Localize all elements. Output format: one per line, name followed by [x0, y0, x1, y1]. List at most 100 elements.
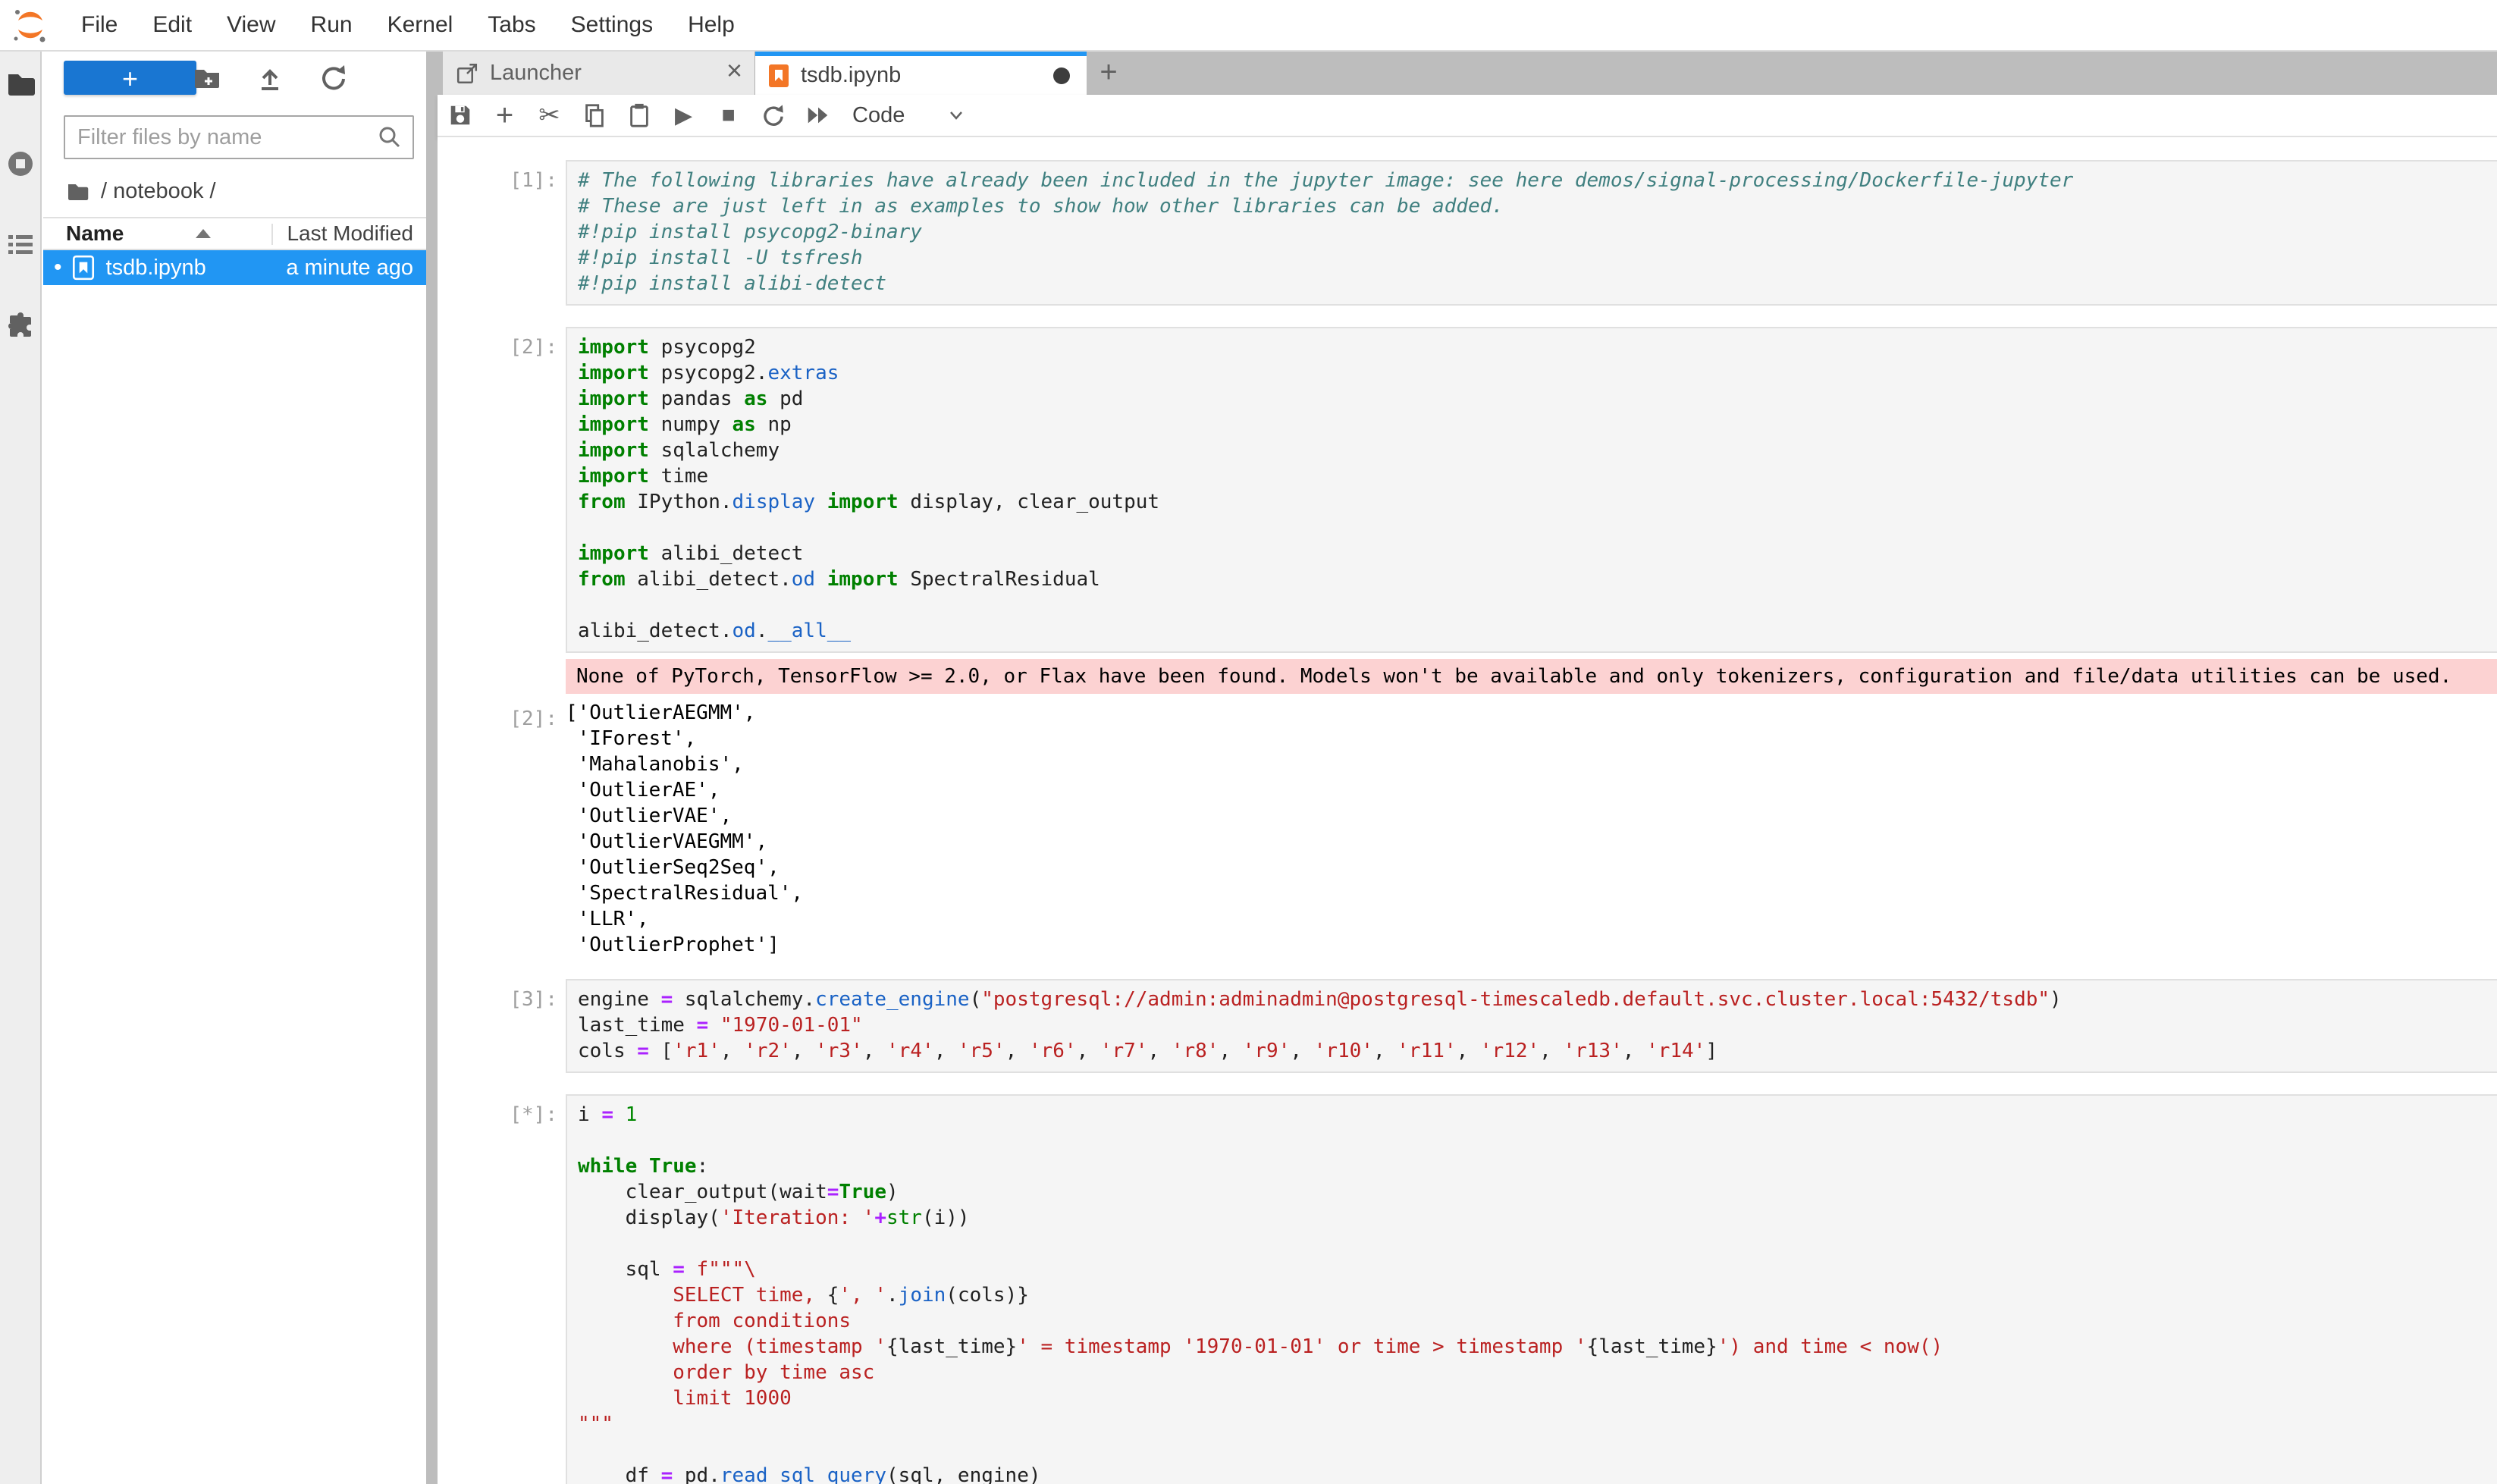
code-line: clear_output(wait=True): [578, 1179, 2497, 1205]
code-line: [578, 1128, 2497, 1153]
table-of-contents-icon[interactable]: [5, 229, 36, 259]
code-line: #!pip install -U tsfresh: [578, 245, 2497, 271]
folder-icon: [66, 180, 89, 202]
running-sessions-icon[interactable]: [5, 149, 36, 179]
activity-bar: [0, 52, 42, 1484]
run-cell-button[interactable]: ▶: [661, 98, 706, 133]
cell-output-prompt: [438, 659, 566, 694]
menu-item-file[interactable]: File: [64, 0, 135, 50]
code-line: import numpy as np: [578, 412, 2497, 438]
notebook-cell[interactable]: [1]:# The following libraries have alrea…: [438, 160, 2497, 306]
copy-cells-button[interactable]: [572, 98, 616, 133]
file-modified-time: a minute ago: [286, 256, 413, 281]
cell-type-dropdown[interactable]: Code: [852, 103, 964, 128]
column-divider: [271, 224, 273, 245]
code-line: order by time asc: [578, 1360, 2497, 1385]
filter-files-input[interactable]: [65, 124, 376, 151]
cell-list: [1]:# The following libraries have alrea…: [438, 160, 2497, 1484]
sort-ascending-icon: [196, 229, 211, 238]
sidebar-splitter[interactable]: [426, 52, 438, 1484]
refresh-icon[interactable]: [318, 62, 349, 93]
execute-result: ['OutlierAEGMM', 'IForest', 'Mahalanobis…: [566, 698, 803, 958]
menu-item-settings[interactable]: Settings: [554, 0, 670, 50]
column-header-name[interactable]: Name: [66, 221, 124, 246]
menu-item-kernel[interactable]: Kernel: [370, 0, 471, 50]
code-line: import time: [578, 463, 2497, 489]
menu-item-tabs[interactable]: Tabs: [470, 0, 553, 50]
breadcrumb-path: / notebook /: [101, 179, 216, 204]
menubar: FileEditViewRunKernelTabsSettingsHelp: [0, 0, 2497, 52]
notebook-cell[interactable]: [2]:import psycopg2import psycopg2.extra…: [438, 327, 2497, 958]
plus-icon: +: [1099, 55, 1117, 89]
cell-editor[interactable]: engine = sqlalchemy.create_engine("postg…: [566, 979, 2497, 1073]
chevron-down-icon: [949, 110, 964, 121]
extension-manager-icon[interactable]: [5, 309, 36, 340]
new-tab-button[interactable]: +: [1087, 52, 1131, 95]
paste-cells-button[interactable]: [616, 98, 661, 133]
cut-icon: ✂: [538, 100, 560, 130]
new-launcher-button[interactable]: +: [64, 61, 196, 95]
cell-editor[interactable]: # The following libraries have already b…: [566, 160, 2497, 306]
cell-input-prompt: [3]:: [438, 979, 566, 1073]
tab-label: Launcher: [490, 61, 582, 86]
run-icon: ▶: [675, 102, 692, 129]
save-button[interactable]: [438, 98, 482, 133]
stop-kernel-button[interactable]: ■: [706, 98, 751, 133]
menu-item-edit[interactable]: Edit: [135, 0, 209, 50]
breadcrumb[interactable]: / notebook /: [66, 176, 216, 206]
restart-kernel-button[interactable]: [751, 98, 795, 133]
code-line: import pandas as pd: [578, 386, 2497, 412]
column-header-modified[interactable]: Last Modified: [287, 221, 413, 246]
restart-run-all-button[interactable]: [795, 98, 840, 133]
code-line: from IPython.display import display, cle…: [578, 489, 2497, 515]
code-line: #!pip install psycopg2-binary: [578, 219, 2497, 245]
close-icon[interactable]: ×: [726, 55, 742, 86]
code-line: from conditions: [578, 1308, 2497, 1334]
main-dock-panel: Launcher × tsdb.ipynb + + ✂: [438, 52, 2497, 1484]
upload-icon[interactable]: [255, 62, 285, 93]
file-browser-icon[interactable]: [5, 68, 36, 99]
cut-cells-button[interactable]: ✂: [527, 98, 572, 133]
restart-icon: [761, 102, 786, 128]
code-line: """: [578, 1411, 2497, 1437]
cell-editor[interactable]: import psycopg2import psycopg2.extrasimp…: [566, 327, 2497, 653]
cell-output-prompt: [2]:: [438, 698, 566, 958]
new-folder-icon[interactable]: [192, 62, 222, 93]
code-line: sql = f"""\: [578, 1257, 2497, 1282]
menu-item-help[interactable]: Help: [670, 0, 752, 50]
cell-input-prompt: [*]:: [438, 1094, 566, 1484]
tab-launcher[interactable]: Launcher ×: [443, 52, 755, 95]
notebook-cell[interactable]: [3]:engine = sqlalchemy.create_engine("p…: [438, 979, 2497, 1073]
code-line: import psycopg2.extras: [578, 360, 2497, 386]
search-icon: [376, 124, 403, 151]
unsaved-changes-icon[interactable]: [1053, 67, 1070, 84]
code-line: SELECT time, {', '.join(cols)}: [578, 1282, 2497, 1308]
tab-notebook-active[interactable]: tsdb.ipynb: [755, 52, 1087, 95]
file-list-item-selected[interactable]: • tsdb.ipynb a minute ago: [43, 250, 426, 285]
tab-label: tsdb.ipynb: [801, 63, 901, 88]
menu-item-run[interactable]: Run: [293, 0, 370, 50]
notebook-cell[interactable]: [*]:i = 1 while True: clear_output(wait=…: [438, 1094, 2497, 1484]
menu-item-view[interactable]: View: [209, 0, 293, 50]
jupyterlab-window: { "menubar": { "items": ["File", "Edit",…: [0, 0, 2497, 1484]
code-line: [578, 1437, 2497, 1463]
file-list-header: Name Last Modified: [43, 217, 426, 250]
notebook-file-icon: [71, 254, 96, 281]
code-line: [578, 1231, 2497, 1257]
add-cell-button[interactable]: +: [482, 98, 527, 133]
notebook-content: [1]:# The following libraries have alrea…: [438, 137, 2497, 1484]
save-icon: [447, 102, 473, 128]
code-line: where (timestamp '{last_time}' = timesta…: [578, 1334, 2497, 1360]
code-line: [578, 515, 2497, 541]
code-line: import alibi_detect: [578, 541, 2497, 566]
code-line: while True:: [578, 1153, 2497, 1179]
code-line: display('Iteration: '+str(i)): [578, 1205, 2497, 1231]
file-name: tsdb.ipynb: [106, 256, 206, 281]
unsaved-dot-icon: •: [54, 255, 62, 281]
filter-files-box: [64, 115, 414, 159]
jupyter-logo-icon: [11, 5, 50, 45]
cell-editor[interactable]: i = 1 while True: clear_output(wait=True…: [566, 1094, 2497, 1484]
code-line: import psycopg2: [578, 334, 2497, 360]
plus-icon: +: [496, 99, 513, 133]
code-line: # These are just left in as examples to …: [578, 193, 2497, 219]
